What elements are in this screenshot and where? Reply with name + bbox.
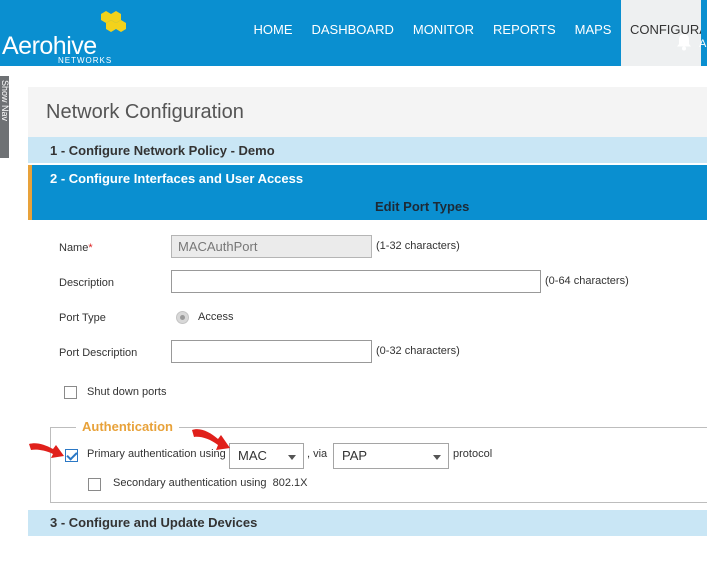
name-hint: (1-32 characters) — [376, 240, 460, 252]
step-2-label: 2 - Configure Interfaces and User Access — [50, 171, 304, 186]
red-arrow-icon — [29, 443, 64, 458]
logo-hexagons-icon — [101, 11, 126, 32]
secondary-auth-method: 802.1X — [272, 477, 308, 489]
step-1-header[interactable]: 1 - Configure Network Policy - Demo — [28, 137, 707, 164]
protocol-select[interactable]: PAP — [333, 443, 449, 469]
secondary-auth-label: Secondary authentication using 802.1X — [113, 477, 308, 489]
primary-auth-method-select[interactable]: MAC — [229, 443, 304, 469]
secondary-auth-checkbox[interactable] — [88, 478, 101, 491]
primary-auth-method-value: MAC — [238, 448, 267, 463]
page-title: Network Configuration — [46, 101, 244, 123]
step-2-header[interactable]: 2 - Configure Interfaces and User Access… — [28, 165, 707, 220]
logo-subtext: NETWORKS — [58, 56, 113, 65]
protocol-text: protocol — [453, 448, 493, 460]
edit-port-types-title: Edit Port Types — [375, 199, 470, 214]
nav-reports[interactable]: REPORTS — [484, 0, 566, 66]
aerohive-logo[interactable]: Aerohive NETWORKS — [0, 8, 140, 65]
required-marker: * — [88, 242, 93, 254]
show-nav-tab[interactable]: Show Nav — [0, 76, 10, 158]
step-1-label: 1 - Configure Network Policy - Demo — [50, 143, 275, 158]
via-text: , via — [307, 448, 328, 460]
chevron-down-icon — [433, 455, 441, 460]
description-hint: (0-64 characters) — [545, 275, 629, 287]
name-input[interactable]: MACAuthPort — [171, 235, 372, 258]
nav-home[interactable]: HOME — [244, 0, 302, 66]
red-arrow-icon — [192, 429, 230, 450]
description-label: Description — [59, 277, 115, 289]
nav-maps[interactable]: MAPS — [565, 0, 621, 66]
name-label: Name* — [59, 242, 93, 254]
step-3-header[interactable]: 3 - Configure and Update Devices — [28, 510, 707, 536]
step-3-label: 3 - Configure and Update Devices — [50, 515, 258, 530]
port-description-hint: (0-32 characters) — [376, 345, 460, 357]
main-nav: HOME DASHBOARD MONITOR REPORTS MAPS CONF… — [244, 0, 701, 66]
description-input[interactable] — [171, 270, 541, 293]
port-description-label: Port Description — [59, 347, 138, 359]
access-radio-label: Access — [198, 311, 234, 323]
protocol-value: PAP — [342, 448, 368, 463]
shutdown-ports-checkbox[interactable] — [64, 386, 77, 399]
port-description-input[interactable] — [171, 340, 372, 363]
nav-dashboard[interactable]: DASHBOARD — [302, 0, 403, 66]
user-menu[interactable]: A — [699, 38, 706, 50]
top-nav-bar: Aerohive NETWORKS HOME DASHBOARD MONITOR… — [0, 0, 707, 66]
nav-monitor[interactable]: MONITOR — [403, 0, 483, 66]
shutdown-ports-label: Shut down ports — [87, 386, 167, 398]
show-nav-label: Show Nav — [0, 80, 10, 122]
chevron-down-icon — [288, 455, 296, 460]
access-radio[interactable] — [176, 311, 189, 324]
port-type-label: Port Type — [59, 312, 106, 324]
authentication-legend: Authentication — [76, 419, 179, 434]
bell-icon[interactable] — [676, 33, 692, 51]
